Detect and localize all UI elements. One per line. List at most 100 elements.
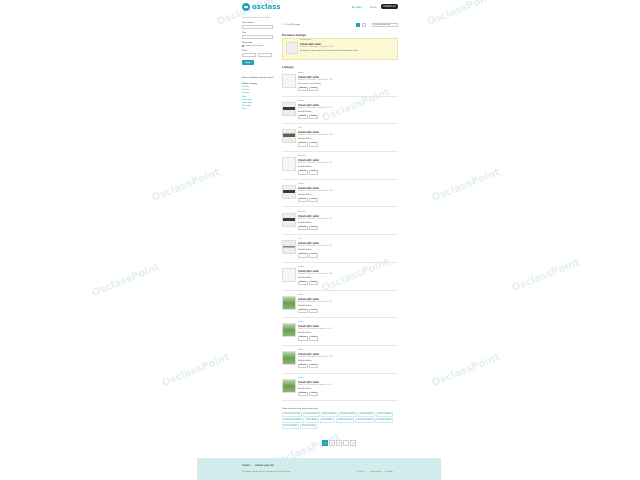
footer-contact-us[interactable]: Contact Us [357,472,365,473]
listing-thumbnail[interactable] [282,157,296,172]
publish-ad-button[interactable]: Publish ad [381,4,398,9]
listing-item[interactable]: Garden Check with seller Mumbai, IN - Maha… [282,321,398,346]
footer-themes-link[interactable]: Osclass themes [370,472,381,473]
related-tag[interactable]: For sale in Mumbai [299,424,317,429]
list-view-button[interactable] [356,23,360,27]
details-button[interactable]: Details [309,280,319,286]
listing-item[interactable]: Houses Check with seller Mumbai, IN - Maha… [282,72,398,96]
listing-title[interactable]: Check with seller [298,131,319,134]
add-note-button[interactable]: Add note [298,197,309,203]
add-note-button[interactable]: Add note [298,142,309,147]
listing-thumbnail[interactable] [282,295,296,310]
listing-title[interactable]: Check with seller [298,270,319,273]
listing-title[interactable]: Check with seller [298,187,319,190]
listing-category[interactable]: Garden [298,295,303,296]
listing-item[interactable]: Furniture Check with seller Mumbai, IN - M… [282,183,398,207]
login-link[interactable]: Log in [370,6,377,9]
add-note-button[interactable]: Add note [298,391,309,397]
listing-category[interactable]: Furniture [298,101,304,102]
listing-category[interactable]: Cars [298,128,301,129]
footer-page-link[interactable]: Osclass page title [255,464,274,467]
listing-category[interactable]: Furniture [298,184,304,185]
details-button[interactable]: Details [309,253,319,258]
listing-title[interactable]: Check with seller [298,104,319,107]
site-logo[interactable]: osclass [242,3,281,11]
subscribe-link[interactable]: Receive notifications for this search [242,77,275,79]
add-note-button[interactable]: Add note [298,336,309,341]
related-tag[interactable]: Vehicles in Mumbai [282,424,299,429]
category-link[interactable]: Pets [242,108,275,111]
add-note-button[interactable]: Add note [298,87,309,92]
listing-title[interactable]: Check with seller [298,353,319,356]
listing-title[interactable]: Check with seller [298,76,319,79]
listing-title[interactable]: Check with seller [298,381,319,384]
add-note-button[interactable]: Add note [298,364,309,369]
premium-thumbnail[interactable] [286,42,298,54]
price-max-input[interactable] [258,53,272,57]
add-note-button[interactable]: Add note [298,253,309,258]
details-button[interactable]: Details [309,225,319,230]
add-note-button[interactable]: Add note [298,280,309,286]
listing-category[interactable]: Garden [298,350,303,351]
listing-thumbnail[interactable] [282,267,296,282]
listing-thumbnail[interactable] [282,74,296,88]
related-tag[interactable]: Cars for sale in Mumbai [282,412,302,417]
details-button[interactable]: Details [309,364,319,369]
details-button[interactable]: Details [309,197,319,203]
related-tag[interactable]: Services in Mumbai [375,412,393,417]
listing-category[interactable]: Cars [298,239,301,240]
listing-category[interactable]: Services [298,267,304,268]
listing-thumbnail[interactable] [282,323,296,338]
related-tag[interactable]: Computer parts in Mumbai [282,418,304,423]
listing-item[interactable]: Garden Check with seller Mumbai, IN - Maha… [282,349,398,373]
page-button[interactable]: 2 [329,440,335,446]
listing-title[interactable]: Check with seller [298,325,319,328]
listing-thumbnail[interactable] [282,212,296,227]
details-button[interactable]: Details [309,87,319,92]
pictures-checkbox[interactable]: Listings with pictures [242,45,275,47]
details-button[interactable]: Details [309,336,319,341]
listing-item[interactable]: Cars Check with seller Mumbai, IN - Mahara… [282,238,398,263]
listing-title[interactable]: Check with seller [298,159,319,162]
breadcrumb[interactable]: Osclass Demo › Search results [242,17,270,19]
related-tag[interactable]: Community in Mumbai [335,418,355,423]
listing-category[interactable]: Electronics [298,212,306,213]
listing-category[interactable]: Garden [298,378,303,379]
related-tag[interactable]: Personals in Mumbai [375,418,394,423]
listing-item[interactable]: Services Check with seller Mumbai, IN - Ma… [282,266,398,290]
premium-listing[interactable]: Computer parts Check with seller Mumbai,… [282,38,398,60]
details-button[interactable]: Details [309,308,319,313]
add-note-button[interactable]: Add note [298,308,309,313]
details-button[interactable]: Details [309,391,319,397]
listing-category[interactable]: Houses [298,73,303,74]
listing-item[interactable]: Electronics Check with seller Mumbai, IN -… [282,155,398,180]
city-input[interactable] [242,35,273,39]
apply-button[interactable]: Apply [242,60,254,65]
listing-item[interactable]: Garden Check with seller Mumbai, IN - Maha… [282,377,398,401]
add-note-button[interactable]: Add note [298,170,309,175]
related-tag[interactable]: Electronics in Mumbai [338,412,358,417]
add-note-button[interactable]: Add note [298,225,309,230]
listing-thumbnail[interactable] [282,129,296,144]
related-tag[interactable]: Real estate in Mumbai [355,418,375,423]
details-button[interactable]: Details [309,142,319,147]
page-button[interactable]: 3 [336,440,342,446]
listing-thumbnail[interactable] [282,378,296,393]
page-button[interactable]: › [343,440,349,446]
listing-item[interactable]: Furniture Check with seller Mumbai, IN - M… [282,100,398,124]
listing-category[interactable]: Electronics [298,156,306,157]
grid-view-button[interactable] [362,23,366,27]
listing-category[interactable]: Garden [298,322,303,323]
be-seller-link[interactable]: Be seller [352,6,362,9]
listing-item[interactable]: Electronics Check with seller Mumbai, IN -… [282,211,398,235]
premium-category[interactable]: Computer parts [300,40,311,41]
listing-item[interactable]: Garden Check with seller Mumbai, IN - Maha… [282,294,398,318]
listing-title[interactable]: Check with seller [298,215,319,218]
related-tag[interactable]: Garden in Mumbai [358,412,375,417]
page-button[interactable]: » [350,440,356,446]
listing-title[interactable]: Check with seller [298,298,319,301]
listing-thumbnail[interactable] [282,184,296,199]
sort-select[interactable]: Sort by: Newest first [372,23,398,27]
page-button[interactable]: 1 [322,440,328,446]
related-tag[interactable]: Jobs in Mumbai [304,418,320,423]
